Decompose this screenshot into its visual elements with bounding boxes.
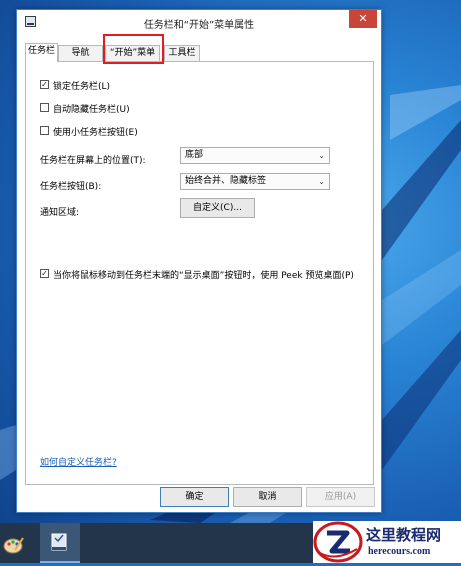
help-link[interactable]: 如何自定义任务栏?: [40, 455, 117, 468]
window-title: 任务栏和“开始”菜单属性: [143, 20, 255, 31]
title-bar[interactable]: 任务栏和“开始”菜单属性 ✕: [17, 10, 381, 36]
cancel-button[interactable]: 取消: [233, 487, 302, 507]
ok-button[interactable]: 确定: [160, 487, 229, 507]
peek-checkbox[interactable]: ✓: [40, 269, 49, 278]
tab-navigation[interactable]: 导航: [58, 45, 103, 61]
location-select[interactable]: 底部 ⌄: [180, 147, 330, 164]
auto-hide-label: 自动隐藏任务栏(U): [53, 105, 130, 115]
small-buttons-checkbox[interactable]: [40, 126, 49, 135]
lock-taskbar-checkbox[interactable]: ✓: [40, 80, 49, 89]
taskbar-buttons-value: 始终合并、隐藏标签: [185, 176, 267, 186]
taskbar-properties-dialog: 任务栏和“开始”菜单属性 ✕ 任务栏 导航 “开始”菜单 工具栏 ✓ 锁定任务栏…: [16, 9, 382, 513]
tab-start-menu[interactable]: “开始”菜单: [105, 45, 160, 61]
notification-area-label: 通知区域:: [40, 208, 80, 218]
chevron-down-icon: ⌄: [318, 177, 325, 186]
lock-taskbar-label: 锁定任务栏(L): [53, 82, 111, 92]
location-value: 底部: [185, 150, 204, 160]
customize-button[interactable]: 自定义(C)...: [180, 198, 255, 218]
taskbar-buttons-select[interactable]: 始终合并、隐藏标签 ⌄: [180, 173, 330, 190]
watermark-title: 这里教程网: [366, 526, 442, 544]
taskbar-buttons-label: 任务栏按钮(B):: [40, 182, 102, 192]
paint-icon[interactable]: [0, 523, 40, 563]
location-label: 任务栏在屏幕上的位置(T):: [40, 156, 146, 166]
chevron-down-icon: ⌄: [318, 151, 325, 160]
taskbar-properties-icon[interactable]: [40, 523, 80, 563]
watermark-url: herecours.com: [368, 546, 431, 557]
tab-taskbar[interactable]: 任务栏: [25, 43, 58, 62]
auto-hide-checkbox[interactable]: [40, 103, 49, 112]
watermark-logo: [313, 521, 363, 563]
small-buttons-label: 使用小任务栏按钮(E): [53, 128, 138, 138]
close-button[interactable]: ✕: [349, 10, 377, 28]
apply-button[interactable]: 应用(A): [306, 487, 375, 507]
site-watermark: 这里教程网 herecours.com: [313, 521, 461, 563]
taskbar-tab-panel: ✓ 锁定任务栏(L) 自动隐藏任务栏(U) 使用小任务栏按钮(E) 任务栏在屏幕…: [25, 61, 374, 485]
peek-label: 当你将鼠标移动到任务栏末端的“显示桌面”按钮时，使用 Peek 预览桌面(P): [53, 271, 354, 281]
tab-toolbars[interactable]: 工具栏: [164, 45, 200, 61]
